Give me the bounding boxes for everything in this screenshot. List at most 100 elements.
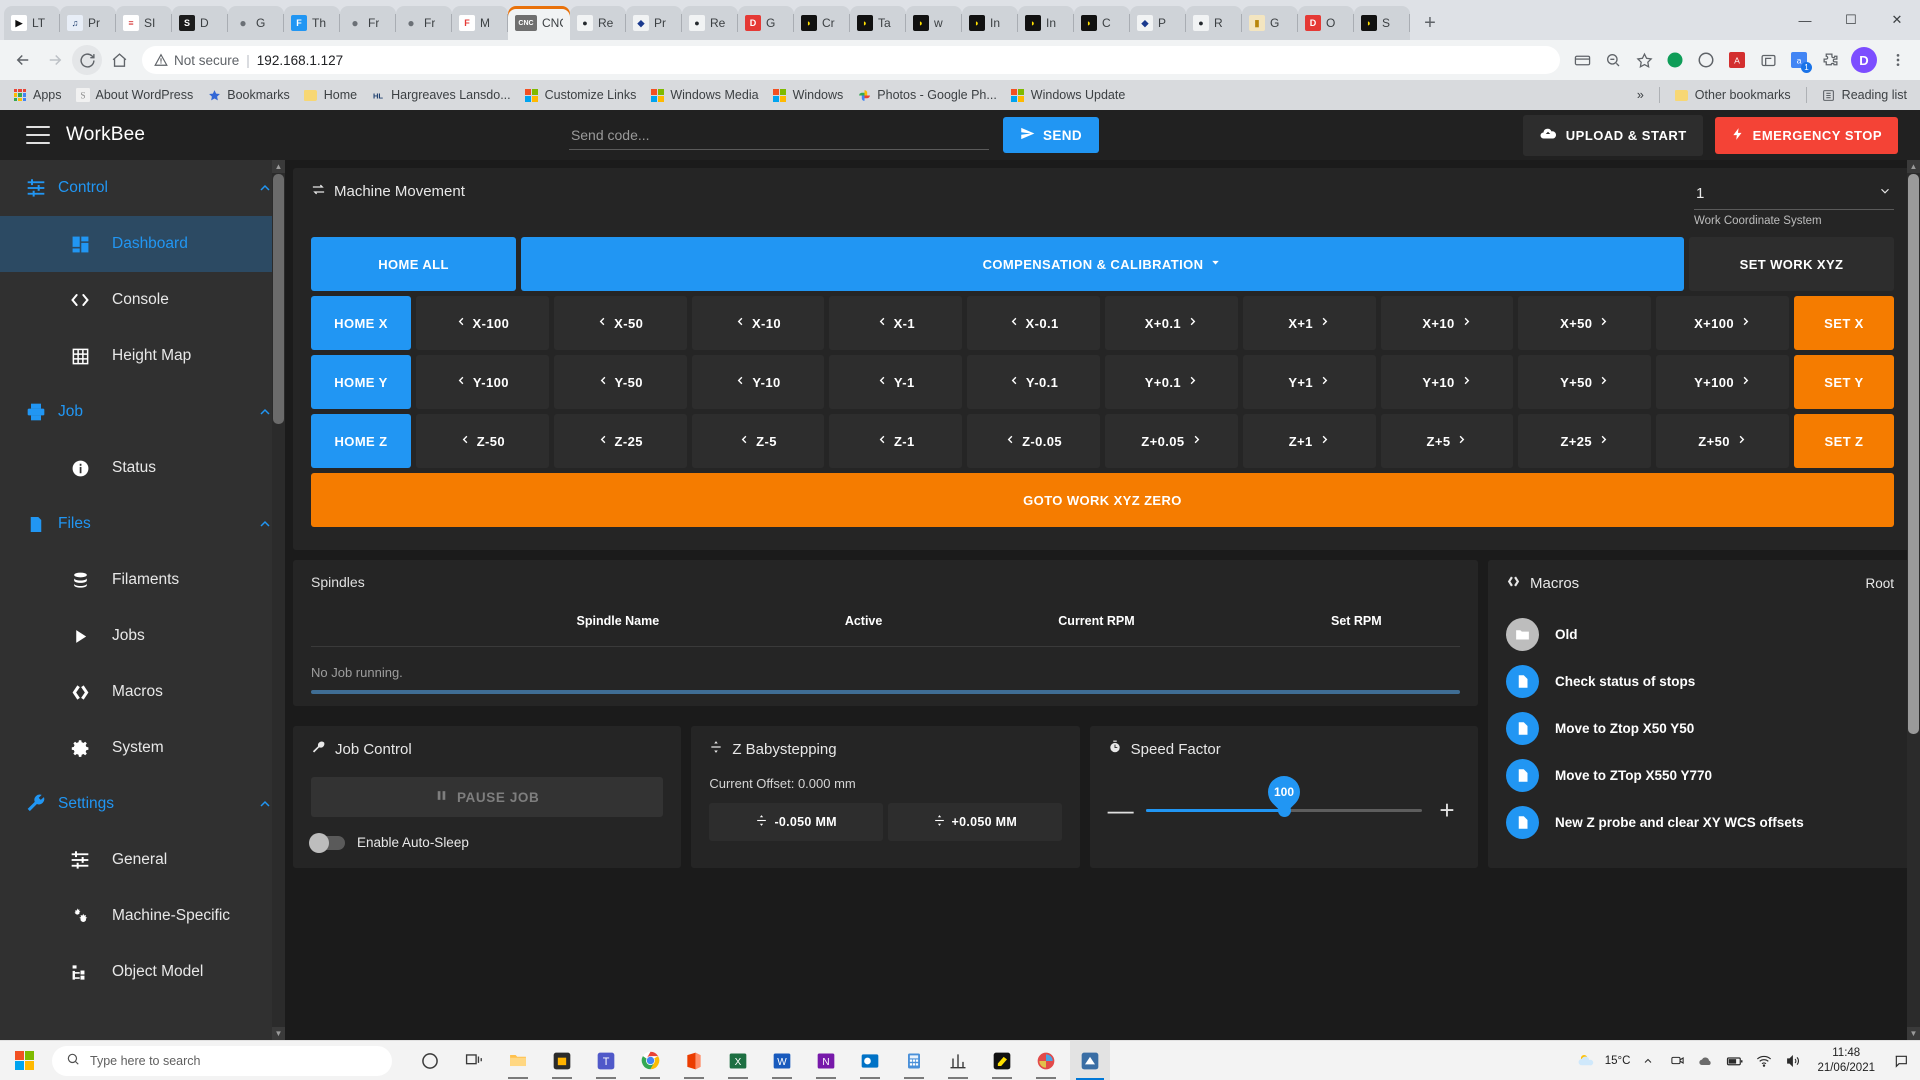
taskbar-clock[interactable]: 11:48 21/06/2021 — [1811, 1046, 1881, 1075]
sidebar-group-control[interactable]: Control — [0, 160, 285, 216]
taskbar-task-view-icon[interactable] — [454, 1041, 494, 1080]
jog-button[interactable]: Z+25 — [1518, 414, 1652, 468]
extensions-puzzle-icon[interactable] — [1816, 46, 1844, 74]
jog-button[interactable]: Y+1 — [1242, 355, 1376, 409]
jog-button[interactable]: X-100 — [416, 296, 549, 350]
set-axis-button[interactable]: SET Y — [1793, 355, 1894, 409]
taskbar-highlighter-icon[interactable] — [982, 1041, 1022, 1080]
jog-button[interactable]: X+100 — [1656, 296, 1789, 350]
home-axis-button[interactable]: HOME Y — [311, 355, 411, 409]
browser-tab[interactable]: ● G — [228, 6, 284, 40]
browser-tab[interactable]: ◗ Cr — [794, 6, 850, 40]
home-axis-button[interactable]: HOME X — [311, 296, 411, 350]
browser-tab[interactable]: ◗ In — [1018, 6, 1074, 40]
sidebar-item-dashboard[interactable]: Dashboard — [0, 216, 285, 272]
browser-tab[interactable]: ◗ In — [962, 6, 1018, 40]
browser-tab[interactable]: ◆ Pr — [626, 6, 682, 40]
sidebar-scrollbar[interactable]: ▲ ▼ — [272, 160, 285, 1040]
taskbar-teams-icon[interactable]: T — [586, 1041, 626, 1080]
speed-increase-button[interactable]: + — [1434, 797, 1460, 823]
battery-icon[interactable] — [1724, 1052, 1746, 1070]
adobe-extension-icon[interactable]: A — [1723, 46, 1751, 74]
start-button[interactable] — [0, 1041, 48, 1080]
sidebar-item-filaments[interactable]: Filaments — [0, 552, 285, 608]
browser-tab[interactable]: ◆ P — [1130, 6, 1186, 40]
jog-button[interactable]: Z-50 — [416, 414, 549, 468]
weather-icon[interactable] — [1576, 1051, 1598, 1070]
browser-tab[interactable]: ▶ LT — [4, 6, 60, 40]
chrome-menu-icon[interactable] — [1884, 46, 1912, 74]
sidebar-item-console[interactable]: Console — [0, 272, 285, 328]
sidebar-item-general[interactable]: General — [0, 832, 285, 888]
sidebar-item-machine-specific[interactable]: Machine-Specific — [0, 888, 285, 944]
macro-item[interactable]: Move to ZTop X550 Y770 — [1506, 752, 1894, 799]
taskbar-search-box[interactable]: Type here to search — [52, 1045, 392, 1076]
jog-button[interactable]: Z-1 — [829, 414, 963, 468]
taskbar-file-explorer-icon[interactable] — [498, 1041, 538, 1080]
bookmark-item[interactable]: Photos - Google Ph... — [850, 85, 1004, 105]
send-code-input[interactable] — [568, 120, 989, 150]
set-axis-button[interactable]: SET Z — [1793, 414, 1894, 468]
taskbar-onenote-icon[interactable]: N — [806, 1041, 846, 1080]
goto-work-xyz-zero-button[interactable]: GOTO WORK XYZ ZERO — [311, 473, 1894, 527]
jog-button[interactable]: Z+5 — [1380, 414, 1514, 468]
new-tab-button[interactable]: + — [1416, 9, 1444, 37]
macro-item[interactable]: Check status of stops — [1506, 658, 1894, 705]
sidebar-scroll-thumb[interactable] — [273, 174, 284, 424]
speed-slider[interactable]: 100 — [1145, 769, 1422, 824]
volume-icon[interactable] — [1782, 1053, 1804, 1069]
browser-tab[interactable]: F Th — [284, 6, 340, 40]
browser-tab[interactable]: ◗ w — [906, 6, 962, 40]
extension-green-icon[interactable] — [1661, 46, 1689, 74]
jog-button[interactable]: Y+100 — [1656, 355, 1789, 409]
bookmark-item[interactable]: Windows — [766, 85, 851, 105]
sidebar-item-macros[interactable]: Macros — [0, 664, 285, 720]
screen-capture-icon[interactable] — [1666, 1053, 1688, 1068]
taskbar-chart-icon[interactable] — [938, 1041, 978, 1080]
sidebar-item-object-model[interactable]: Object Model — [0, 944, 285, 1000]
jog-button[interactable]: Z+50 — [1656, 414, 1789, 468]
not-secure-indicator[interactable]: Not secure — [154, 53, 239, 68]
jog-button[interactable]: Z-0.05 — [967, 414, 1100, 468]
forward-button[interactable] — [40, 45, 70, 75]
bookmark-item[interactable]: HL Hargreaves Lansdo... — [364, 85, 518, 105]
browser-tab[interactable]: SD — [172, 6, 228, 40]
auto-sleep-toggle[interactable] — [309, 832, 345, 853]
browser-tab[interactable]: ● R — [1186, 6, 1242, 40]
sidebar-item-jobs[interactable]: Jobs — [0, 608, 285, 664]
browser-tab[interactable]: ◗ Ta — [850, 6, 906, 40]
taskbar-excel-icon[interactable]: X — [718, 1041, 758, 1080]
sidebar-group-job[interactable]: Job — [0, 384, 285, 440]
bookmark-item[interactable]: Windows Update — [1004, 85, 1133, 105]
jog-button[interactable]: X-50 — [553, 296, 687, 350]
maximize-button[interactable]: ☐ — [1828, 0, 1874, 40]
home-all-button[interactable]: HOME ALL — [311, 237, 516, 291]
jog-button[interactable]: X-10 — [691, 296, 825, 350]
jog-button[interactable]: X+0.1 — [1104, 296, 1238, 350]
macros-root-breadcrumb[interactable]: Root — [1865, 576, 1894, 591]
compensation-calibration-button[interactable]: COMPENSATION & CALIBRATION — [521, 237, 1684, 291]
main-scrollbar[interactable]: ▲ ▼ — [1907, 160, 1920, 1040]
send-button[interactable]: SEND — [1002, 117, 1100, 153]
notifications-button[interactable] — [1888, 1053, 1914, 1069]
main-scroll-down-icon[interactable]: ▼ — [1907, 1027, 1920, 1040]
jog-button[interactable]: Y+50 — [1518, 355, 1652, 409]
browser-tab[interactable]: ● Fr — [340, 6, 396, 40]
bookmark-item[interactable]: Windows Media — [643, 85, 765, 105]
jog-button[interactable]: Y-50 — [553, 355, 687, 409]
browser-tab[interactable]: ◗ C — [1074, 6, 1130, 40]
browser-tab[interactable]: CNC CNC — [508, 6, 570, 40]
jog-button[interactable]: Y-1 — [829, 355, 963, 409]
taskbar-word-icon[interactable]: W — [762, 1041, 802, 1080]
sidebar-item-status[interactable]: Status — [0, 440, 285, 496]
browser-tab[interactable]: ▮ G — [1242, 6, 1298, 40]
bookmark-item[interactable]: Apps — [6, 85, 69, 105]
set-axis-button[interactable]: SET X — [1793, 296, 1894, 350]
jog-button[interactable]: Y-100 — [416, 355, 549, 409]
translate-extension-icon[interactable]: a 1 — [1785, 46, 1813, 74]
bookmark-star-icon[interactable] — [1630, 46, 1658, 74]
browser-tab[interactable]: ● Re — [682, 6, 738, 40]
weather-temp[interactable]: 15°C — [1605, 1055, 1631, 1067]
extension-grey-icon[interactable] — [1692, 46, 1720, 74]
emergency-stop-button[interactable]: EMERGENCY STOP — [1714, 116, 1898, 154]
